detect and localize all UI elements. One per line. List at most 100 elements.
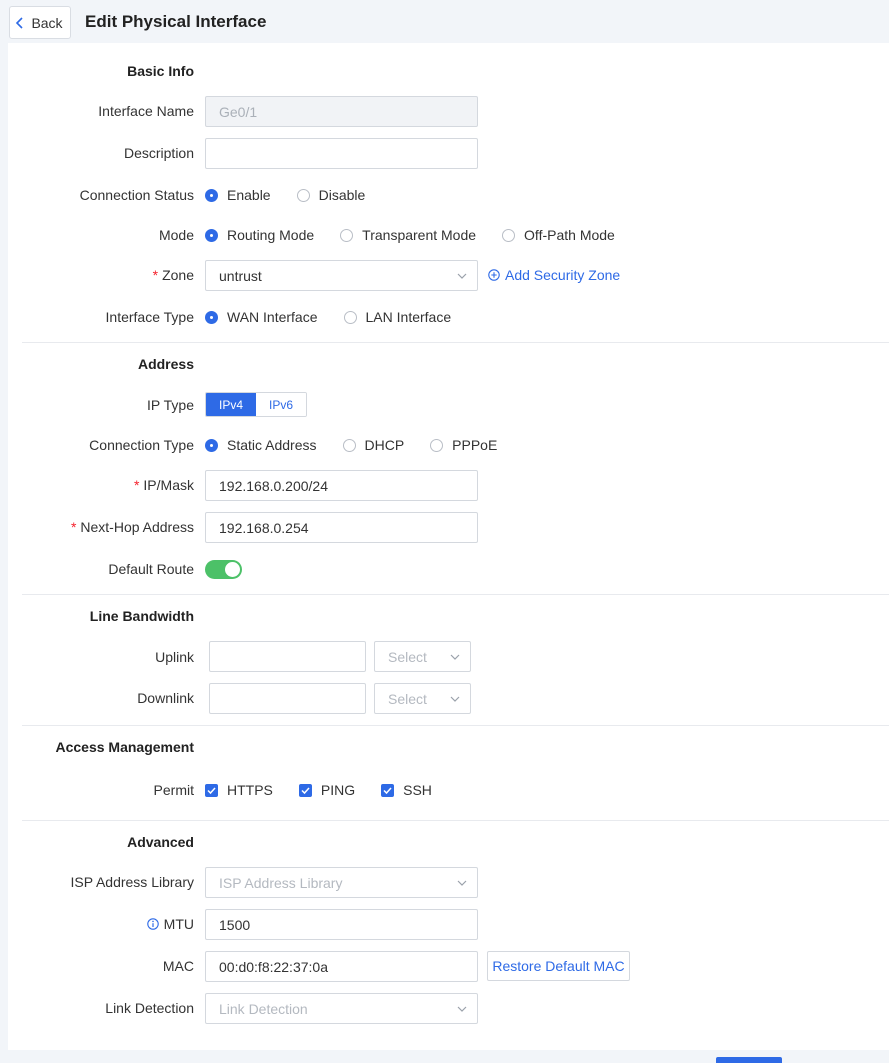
mode-off-path-option[interactable]: Off-Path Mode xyxy=(502,227,615,243)
chevron-down-icon xyxy=(457,273,467,279)
interface-type-wan-option[interactable]: WAN Interface xyxy=(205,309,318,325)
add-security-zone-label: Add Security Zone xyxy=(505,267,621,283)
option-label: LAN Interface xyxy=(365,309,452,325)
section-title-address: Address xyxy=(137,356,194,372)
option-label: Off-Path Mode xyxy=(524,227,615,243)
radio-unchecked-icon xyxy=(340,228,354,242)
next-hop-label-text: Next-Hop Address xyxy=(80,519,194,535)
mode-transparent-option[interactable]: Transparent Mode xyxy=(340,227,476,243)
description-input[interactable] xyxy=(205,138,478,169)
checkbox-checked-icon xyxy=(298,783,312,797)
mtu-input[interactable]: 1500 xyxy=(205,909,478,940)
restore-default-mac-button[interactable]: Restore Default MAC xyxy=(487,951,630,981)
chevron-down-icon xyxy=(457,1006,467,1012)
chevron-down-icon xyxy=(450,696,460,702)
checkbox-checked-icon xyxy=(381,783,395,797)
radio-checked-icon xyxy=(205,310,218,324)
link-detection-select[interactable]: Link Detection xyxy=(205,993,478,1024)
option-label: Disable xyxy=(318,187,366,203)
isp-library-label: ISP Address Library xyxy=(70,874,194,890)
interface-type-label: Interface Type xyxy=(105,309,194,325)
chevron-down-icon xyxy=(450,654,460,660)
option-label: HTTPS xyxy=(227,782,273,798)
section-title-basic-info: Basic Info xyxy=(127,63,194,79)
section-title-line-bandwidth: Line Bandwidth xyxy=(89,608,194,624)
uplink-label: Uplink xyxy=(155,649,194,665)
checkbox-checked-icon xyxy=(205,783,218,797)
mode-radio-group: Routing Mode Transparent Mode Off-Path M… xyxy=(205,225,641,245)
plus-circle-icon xyxy=(488,269,500,281)
radio-checked-icon xyxy=(205,188,218,202)
default-route-label: Default Route xyxy=(108,561,194,577)
mtu-value: 1500 xyxy=(219,916,251,933)
next-hop-label: * Next-Hop Address xyxy=(71,519,194,535)
ip-mask-label-text: IP/Mask xyxy=(143,477,194,493)
ip-mask-input[interactable]: 192.168.0.200/24 xyxy=(205,470,478,501)
ip-type-ipv4-tab[interactable]: IPv4 xyxy=(206,393,257,416)
permit-ping-checkbox[interactable]: PING xyxy=(298,782,355,798)
zone-label: * Zone xyxy=(153,267,194,283)
next-hop-value: 192.168.0.254 xyxy=(219,519,309,536)
connection-status-disable-option[interactable]: Disable xyxy=(296,187,366,203)
uplink-unit-select[interactable]: Select xyxy=(374,641,471,672)
permit-https-checkbox[interactable]: HTTPS xyxy=(205,782,273,798)
mode-routing-option[interactable]: Routing Mode xyxy=(205,227,314,243)
mtu-label: MTU xyxy=(146,916,194,932)
page-title: Edit Physical Interface xyxy=(85,12,267,31)
chevron-down-icon xyxy=(457,880,467,886)
interface-type-lan-option[interactable]: LAN Interface xyxy=(343,309,452,325)
radio-unchecked-icon xyxy=(296,188,310,202)
downlink-label: Downlink xyxy=(137,690,194,706)
ip-type-ipv6-tab[interactable]: IPv6 xyxy=(256,393,307,416)
add-security-zone-link[interactable]: Add Security Zone xyxy=(488,267,620,283)
isp-library-placeholder: ISP Address Library xyxy=(219,874,343,891)
connection-type-label: Connection Type xyxy=(89,437,194,453)
ip-mask-value: 192.168.0.200/24 xyxy=(219,477,328,494)
connection-status-label: Connection Status xyxy=(79,187,194,203)
connection-type-static-option[interactable]: Static Address xyxy=(205,437,317,453)
uplink-input[interactable] xyxy=(209,641,366,672)
section-divider xyxy=(22,820,889,821)
downlink-unit-select[interactable]: Select xyxy=(374,683,471,714)
option-label: DHCP xyxy=(364,437,405,453)
back-button-label: Back xyxy=(31,14,63,31)
interface-name-value: Ge0/1 xyxy=(219,103,258,120)
zone-label-text: Zone xyxy=(162,267,194,283)
option-label: Transparent Mode xyxy=(362,227,477,243)
permit-ssh-checkbox[interactable]: SSH xyxy=(381,782,432,798)
link-detection-placeholder: Link Detection xyxy=(219,1000,308,1017)
radio-checked-icon xyxy=(205,228,218,242)
downlink-input[interactable] xyxy=(209,683,366,714)
interface-name-label: Interface Name xyxy=(98,103,194,119)
info-icon[interactable] xyxy=(146,918,159,930)
back-button[interactable]: Back xyxy=(9,6,71,39)
zone-select[interactable]: untrust xyxy=(205,260,478,291)
section-title-access-management: Access Management xyxy=(55,739,194,755)
page-header: Back Edit Physical Interface xyxy=(0,0,889,44)
section-divider xyxy=(22,725,889,726)
downlink-unit-placeholder: Select xyxy=(388,690,427,707)
interface-name-input: Ge0/1 xyxy=(205,96,478,127)
required-marker: * xyxy=(152,267,159,283)
interface-type-radio-group: WAN Interface LAN Interface xyxy=(205,307,477,327)
mac-input[interactable]: 00:d0:f8:22:37:0a xyxy=(205,951,478,982)
permit-checkbox-group: HTTPS PING SSH xyxy=(205,780,458,800)
save-button[interactable] xyxy=(716,1057,782,1063)
default-route-toggle[interactable] xyxy=(205,560,242,579)
mode-label: Mode xyxy=(158,227,194,243)
connection-type-dhcp-option[interactable]: DHCP xyxy=(342,437,405,453)
option-label: Static Address xyxy=(227,437,317,453)
permit-label: Permit xyxy=(153,782,194,798)
next-hop-input[interactable]: 192.168.0.254 xyxy=(205,512,478,543)
isp-library-select[interactable]: ISP Address Library xyxy=(205,867,478,898)
uplink-unit-placeholder: Select xyxy=(388,648,427,665)
connection-type-pppoe-option[interactable]: PPPoE xyxy=(430,437,497,453)
form-panel: Basic Info Interface Name Ge0/1 Descript… xyxy=(8,43,889,1050)
chevron-left-icon xyxy=(16,16,24,29)
connection-status-enable-option[interactable]: Enable xyxy=(205,187,271,203)
option-label: WAN Interface xyxy=(227,309,318,325)
radio-unchecked-icon xyxy=(342,438,356,452)
link-detection-label: Link Detection xyxy=(105,1000,194,1016)
required-marker: * xyxy=(133,477,140,493)
radio-unchecked-icon xyxy=(502,228,516,242)
